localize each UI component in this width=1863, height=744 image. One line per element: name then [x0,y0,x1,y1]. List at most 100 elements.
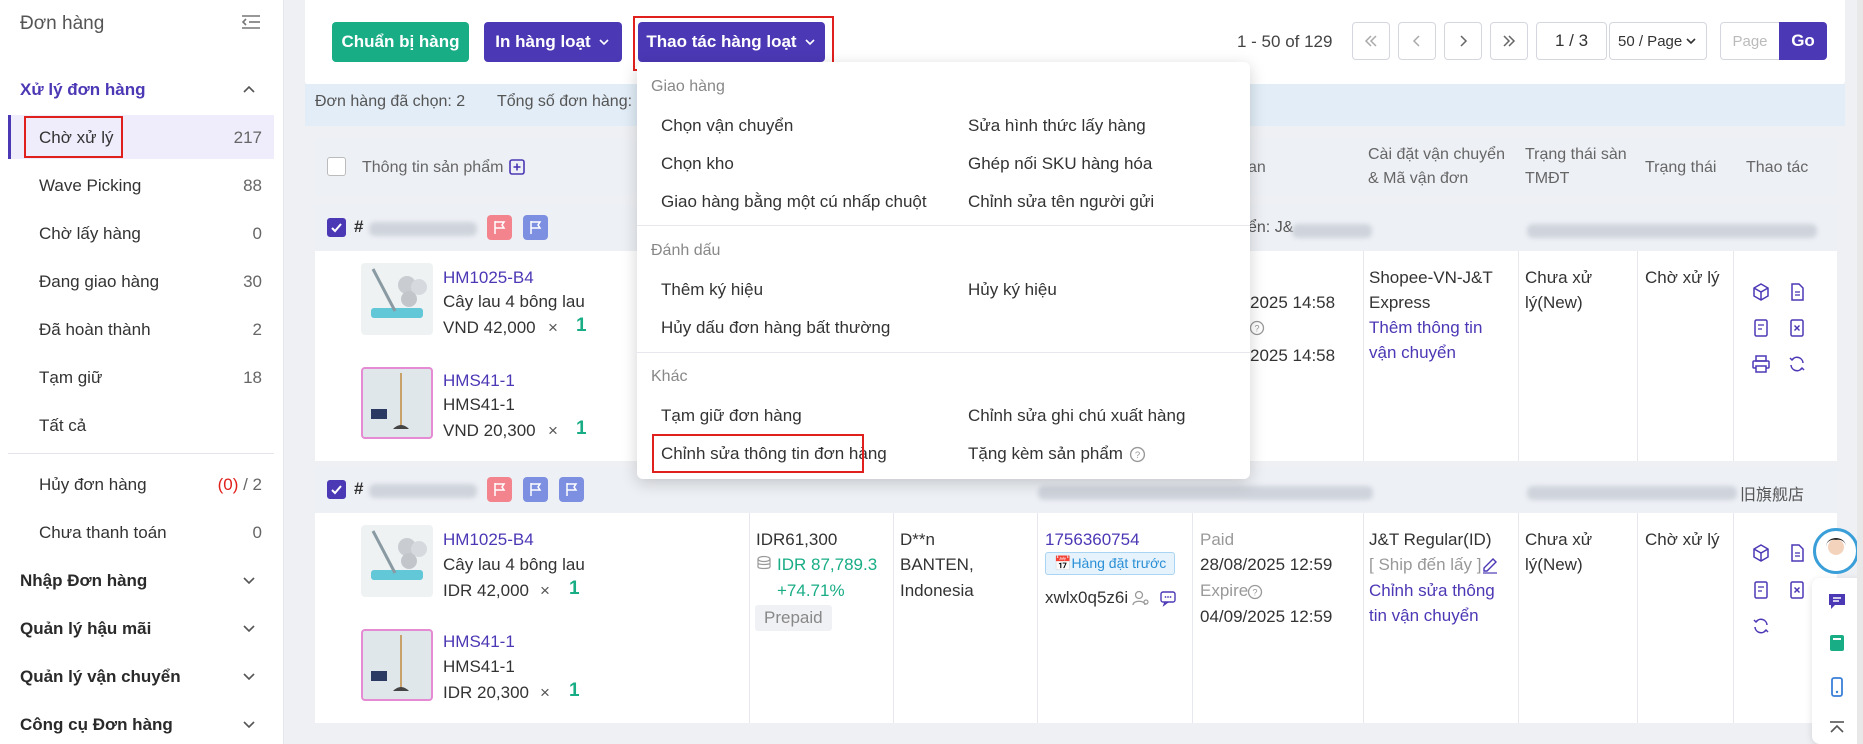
add-column-icon[interactable] [508,158,526,176]
product-name: Cây lau 4 bông lau [443,555,585,574]
document-icon[interactable] [1787,543,1807,563]
chevron-down-icon [1686,38,1696,45]
menu-item-add-mark[interactable]: Thêm ký hiệu [661,280,763,300]
sidebar-group-label: Xử lý đơn hàng [20,80,146,99]
package-icon[interactable] [1751,543,1771,563]
page-jump-input[interactable]: Page [1720,22,1780,60]
product-price: VND 42,000 [443,318,536,337]
sidebar-group-order-tools[interactable]: Công cụ Đơn hàng [20,709,260,739]
chevron-right-icon [1460,35,1468,47]
order-number-link[interactable]: 1756360754 [1045,530,1140,550]
sidebar-item-completed[interactable]: Đã hoàn thành 2 [8,307,274,351]
blue-flag-icon[interactable] [523,215,548,240]
multiply-sign: × [548,421,558,440]
user-search-icon[interactable] [1132,589,1150,607]
sidebar-group-import[interactable]: Nhập Đơn hàng [20,565,260,595]
payment-status: Paid [1200,530,1235,549]
sidebar-item-on-hold[interactable]: Tạm giữ 18 [8,355,274,399]
chat-icon[interactable] [1159,589,1177,607]
book-icon[interactable] [1826,632,1848,654]
sidebar-group-after-sales[interactable]: Quản lý hậu mãi [20,613,260,643]
help-icon[interactable]: ? [1249,320,1265,336]
product-sku-link[interactable]: HMS41-1 [443,632,515,652]
help-icon[interactable]: ? [1129,446,1146,463]
menu-item-edit-shipping-note[interactable]: Chỉnh sửa ghi chú xuất hàng [968,406,1185,426]
collapse-menu-icon[interactable] [240,12,262,32]
buyer-name: D**n [900,530,935,549]
help-icon[interactable]: ? [1247,584,1263,600]
next-page-button[interactable] [1444,22,1482,60]
go-button[interactable]: Go [1779,22,1827,60]
chat-bubble-icon[interactable] [1826,590,1848,612]
menu-item-choose-warehouse[interactable]: Chọn kho [661,154,734,174]
prev-page-button[interactable] [1398,22,1436,60]
column-divider [1518,513,1519,723]
edit-document-icon[interactable] [1751,318,1771,338]
calendar-icon: 📅 [1054,555,1072,571]
edit-shipping-info-link[interactable]: Chỉnh sửa thông [1369,581,1495,601]
sidebar-item-wave-picking[interactable]: Wave Picking 88 [8,163,274,207]
cancel-document-icon[interactable] [1787,580,1807,600]
print-icon[interactable] [1751,354,1771,374]
blue-flag-icon[interactable] [523,477,548,502]
page-scrollbar[interactable] [1857,0,1863,744]
product-name: HMS41-1 [443,395,515,414]
select-all-checkbox[interactable] [327,157,346,176]
sidebar-item-unpaid[interactable]: Chưa thanh toán 0 [8,510,274,554]
sidebar-item-label: Tạm giữ [39,368,103,387]
column-divider [1363,251,1364,461]
sidebar-item-cancelled[interactable]: Hủy đơn hàng (0) / 2 [8,462,274,506]
sidebar-group-shipping-mgmt[interactable]: Quản lý vận chuyển [20,661,260,691]
prepare-goods-button[interactable]: Chuẩn bị hàng [332,22,469,62]
page-size-select[interactable]: 50 / Page [1609,22,1707,60]
product-sku-link[interactable]: HMS41-1 [443,371,515,391]
product-sku-link[interactable]: HM1025-B4 [443,530,534,550]
sidebar-item-all[interactable]: Tất cả [8,403,274,447]
sidebar-item-shipping[interactable]: Đang giao hàng 30 [8,259,274,303]
menu-item-edit-pickup-method[interactable]: Sửa hình thức lấy hàng [968,116,1146,136]
menu-item-match-sku[interactable]: Ghép nối SKU hàng hóa [968,154,1152,174]
package-icon[interactable] [1751,282,1771,302]
order-checkbox[interactable] [327,218,346,237]
menu-item-remove-mark[interactable]: Hủy ký hiệu [968,280,1057,300]
menu-item-hold-order[interactable]: Tạm giữ đơn hàng [661,406,802,426]
blue-flag-icon[interactable] [559,477,584,502]
edit-shipping-info-link[interactable]: tin vận chuyển [1369,606,1479,626]
last-page-button[interactable] [1490,22,1528,60]
add-shipping-info-link[interactable]: Thêm thông tin [1369,318,1482,338]
menu-item-clear-abnormal[interactable]: Hủy dấu đơn hàng bất thường [661,318,890,338]
sidebar-item-label: Wave Picking [39,176,142,195]
red-flag-icon[interactable] [487,477,512,502]
cancel-document-icon[interactable] [1787,318,1807,338]
ship-method: [ Ship đến lấy ] [1369,555,1482,574]
menu-item-edit-sender-name[interactable]: Chỉnh sửa tên người gửi [968,192,1154,212]
order-checkbox[interactable] [327,480,346,499]
order-time: 2025 14:58 [1250,346,1336,365]
multiply-sign: × [540,581,550,600]
back-to-top-icon[interactable] [1826,718,1848,740]
mobile-icon[interactable] [1826,676,1848,698]
product-sku-link[interactable]: HM1025-B4 [443,268,534,288]
menu-item-one-click-ship[interactable]: Giao hàng bằng một cú nhấp chuột [661,192,927,212]
add-shipping-info-link[interactable]: vận chuyển [1369,343,1456,363]
bulk-print-button[interactable]: In hàng loạt [484,22,622,62]
red-flag-icon[interactable] [487,215,512,240]
support-avatar[interactable] [1813,528,1859,574]
first-page-button[interactable] [1352,22,1390,60]
menu-item-gift-product[interactable]: Tặng kèm sản phẩm [968,444,1123,464]
refresh-icon[interactable] [1751,616,1771,636]
menu-item-choose-carrier[interactable]: Chọn vận chuyển [661,116,793,136]
preorder-badge: 📅Hàng đặt trước [1045,552,1176,575]
buyer-id: xwlx0q5z6i [1045,588,1129,607]
dropdown-section-shipping: Giao hàng [651,78,725,95]
sidebar-item-awaiting-pickup[interactable]: Chờ lấy hàng 0 [8,211,274,255]
current-page-display: 1 / 3 [1536,22,1607,60]
platform-status: lý(New) [1525,555,1583,574]
refresh-icon[interactable] [1787,354,1807,374]
edit-document-icon[interactable] [1751,580,1771,600]
product-price: VND 20,300 [443,421,536,440]
sidebar-group-order-processing[interactable]: Xử lý đơn hàng [20,74,260,104]
document-icon[interactable] [1787,282,1807,302]
header-line: Cài đặt vận chuyển [1368,146,1505,163]
edit-icon[interactable] [1481,556,1499,574]
